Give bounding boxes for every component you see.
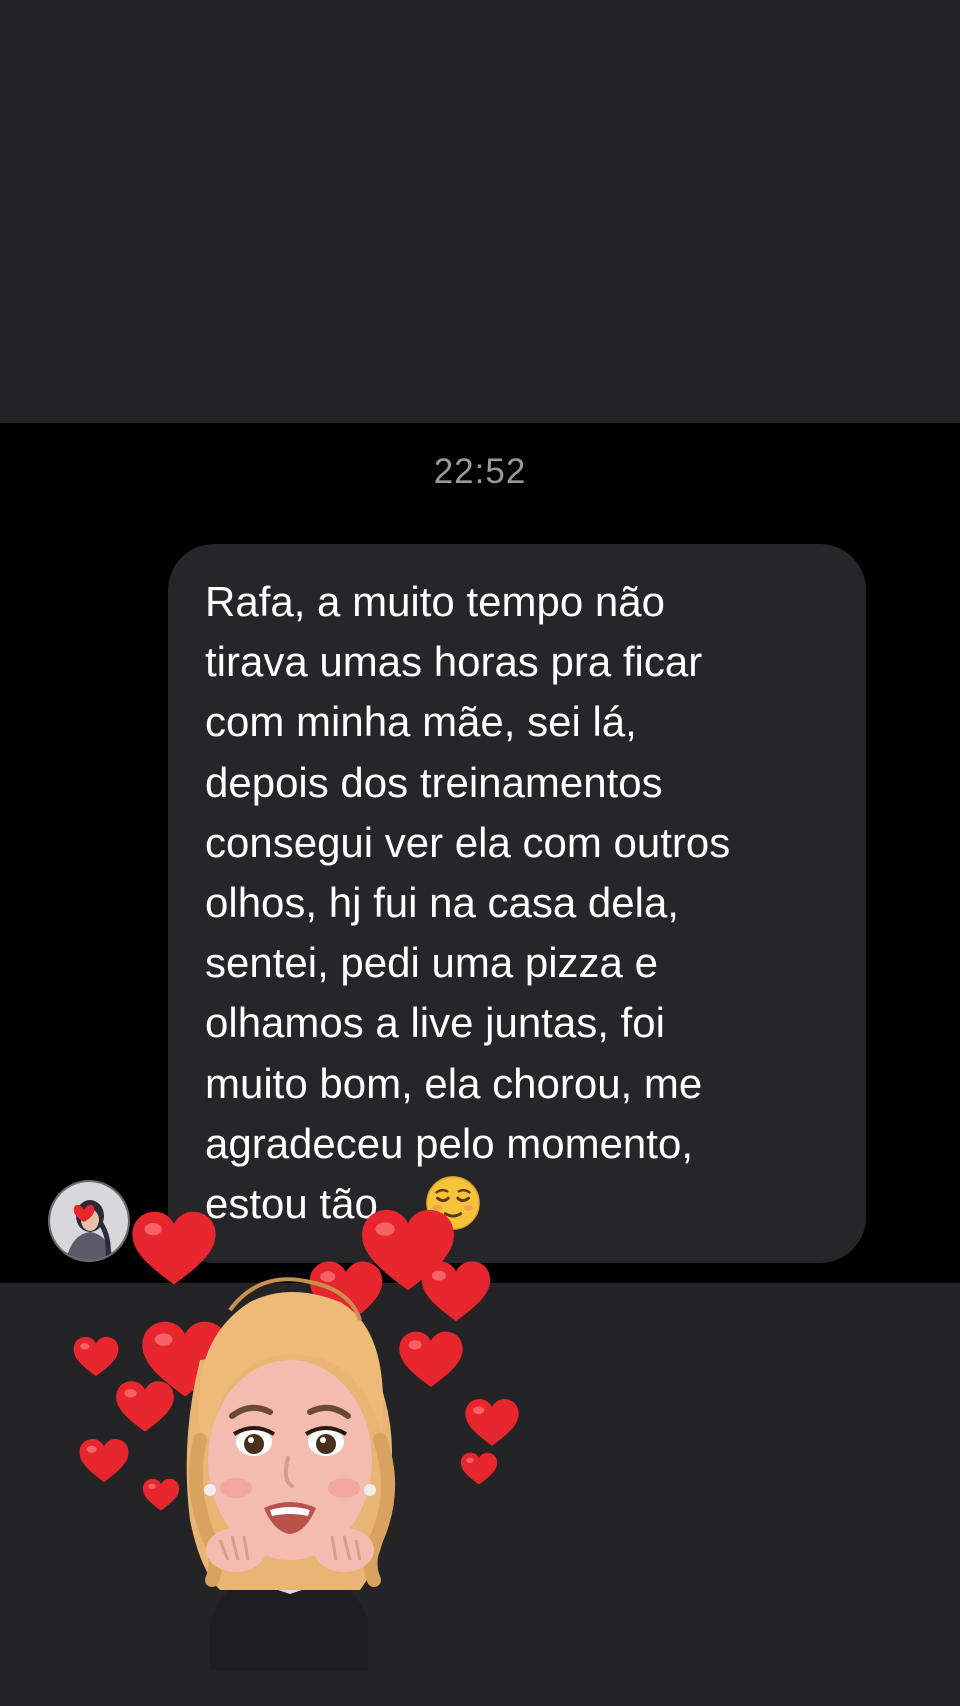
message-line: Rafa, a muito tempo não <box>205 578 665 625</box>
heart-icon <box>132 1211 216 1285</box>
top-area <box>0 0 960 423</box>
heart-icon <box>460 1452 498 1485</box>
message-timestamp: 22:52 <box>433 452 527 491</box>
heart-icon <box>116 1381 174 1432</box>
message-line: depois dos treinamentos <box>205 758 663 806</box>
message-line: olhos, hj fui na casa dela, <box>205 879 679 927</box>
message-line: olhamos a live juntas, foi <box>205 999 665 1047</box>
message-line: tirava umas horas pra ficar <box>205 638 703 686</box>
message-line: consegui ver ela com outros <box>205 818 731 866</box>
message-line: sentei, pedi uma pizza e <box>205 939 658 987</box>
heart-icon <box>142 1478 180 1511</box>
heart-icon <box>399 1331 463 1388</box>
heart-icon <box>73 1336 119 1377</box>
heart-icon <box>465 1399 519 1446</box>
message-text: Rafa, a muito tempo não tirava umas hora… <box>205 572 845 1234</box>
memoji-hearts-sticker[interactable] <box>60 1190 540 1670</box>
heart-icon <box>79 1439 129 1482</box>
message-line: agradeceu pelo momento, <box>205 1119 693 1167</box>
message-line: com minha mãe, sei lá, <box>205 698 637 746</box>
heart-icon <box>421 1261 491 1322</box>
message-line: muito bom, ela chorou, me <box>205 1059 703 1107</box>
